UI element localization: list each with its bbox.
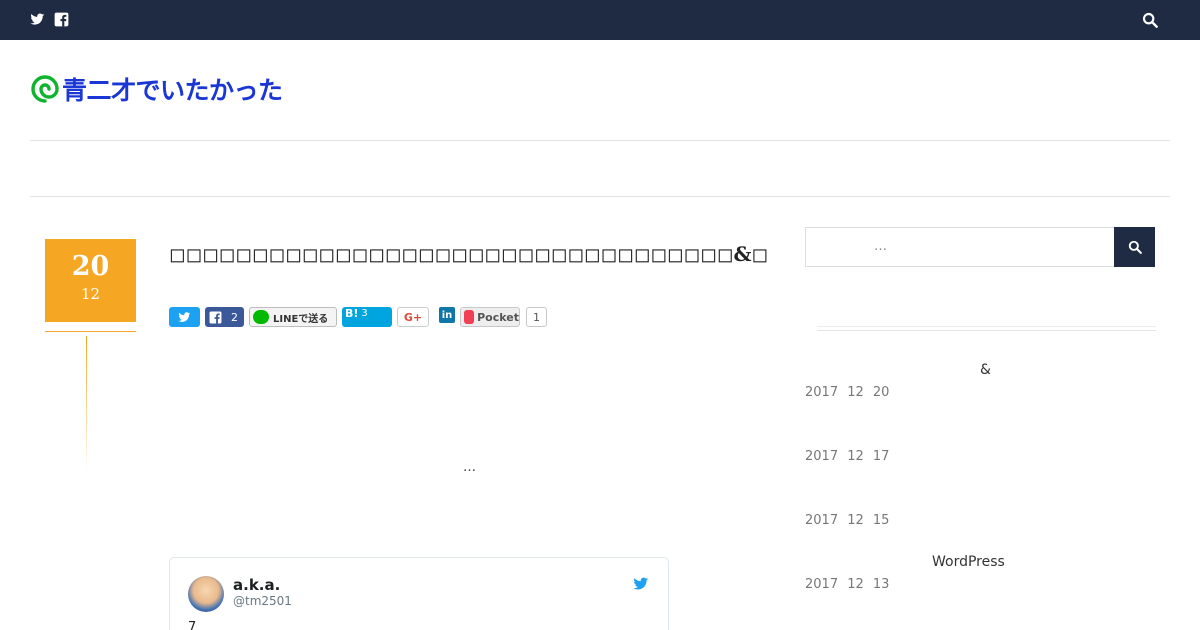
share-facebook-button[interactable]: 2 (205, 307, 244, 327)
sidebar-divider (817, 330, 1156, 331)
tweet-author-handle[interactable]: @tm2501 (233, 594, 292, 608)
pocket-share-count: 1 (526, 307, 547, 327)
site-logo[interactable]: 青二才でいたかった (30, 72, 283, 106)
embedded-tweet[interactable]: a.k.a. @tm2501 7 (169, 557, 669, 630)
line-share-label: LINEで送る (273, 313, 329, 325)
recent-post-date: 2017 12 13 (805, 577, 890, 592)
recent-post-date: 2017 12 17 (805, 449, 890, 464)
share-line-button[interactable]: LINEで送る (249, 307, 337, 327)
tweet-author-name[interactable]: a.k.a. (233, 576, 280, 594)
facebook-icon (209, 311, 222, 323)
date-timeline (86, 336, 87, 472)
search-icon (1128, 240, 1142, 254)
sidebar-divider (817, 326, 1156, 327)
site-title: 青二才でいたかった (62, 76, 283, 105)
search-placeholder: … (874, 239, 887, 254)
post-date-month: 12 (80, 285, 101, 303)
date-underline (45, 331, 136, 332)
spiral-logo-icon (31, 75, 59, 103)
share-googleplus-button[interactable]: G+ (397, 307, 429, 327)
facebook-share-count: 2 (231, 310, 238, 324)
twitter-bird-icon[interactable] (632, 576, 650, 592)
sidebar-search-button[interactable] (1114, 227, 1155, 267)
post-date-day: 20 (71, 251, 110, 282)
header-divider (30, 140, 1170, 141)
tweet-text: 7 (188, 620, 197, 630)
recent-post-date: 2017 12 15 (805, 513, 890, 528)
avatar[interactable] (188, 576, 224, 612)
post-title[interactable]: ◻◻◻◻◻◻◻◻◻◻◻◻◻◻◻◻◻◻◻◻◻◻◻◻◻◻◻◻◻◻◻◻◻◻&◻◻◻◻◻… (169, 242, 769, 266)
post-excerpt-ellipsis: … (463, 460, 476, 475)
hatena-icon: B! (345, 307, 359, 320)
sidebar-search-input[interactable]: … (805, 227, 1115, 267)
share-twitter-button[interactable] (169, 307, 200, 327)
twitter-icon[interactable] (30, 12, 45, 27)
share-pocket-button[interactable]: Pocket (460, 307, 520, 327)
top-bar (0, 0, 1200, 40)
pocket-label: Pocket (477, 310, 519, 324)
linkedin-icon: in (441, 309, 453, 321)
facebook-icon[interactable] (54, 12, 69, 27)
nav-divider (30, 196, 1170, 197)
post-date-badge: 20 12 (45, 239, 136, 322)
twitter-icon (178, 311, 191, 322)
recent-post-title[interactable]: & (980, 362, 991, 378)
recent-post-date: 2017 12 20 (805, 385, 890, 400)
share-hatena-button[interactable]: B! 3 (342, 307, 392, 327)
line-icon (253, 310, 269, 324)
search-icon[interactable] (1142, 12, 1158, 28)
share-linkedin-button[interactable]: in (439, 307, 455, 323)
hatena-share-count: 3 (361, 308, 368, 319)
recent-post-title[interactable]: WordPress (932, 554, 1005, 570)
googleplus-icon: G+ (403, 310, 423, 324)
pocket-icon (464, 310, 475, 324)
